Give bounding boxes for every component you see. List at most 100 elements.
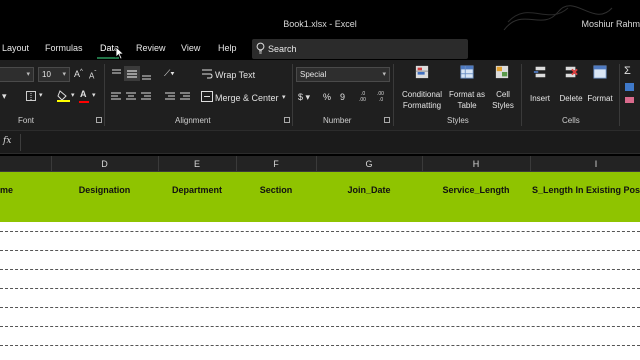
tab-review[interactable]: Review — [133, 43, 169, 53]
merge-center-label[interactable]: Merge & Center — [215, 93, 279, 103]
header-cell-department[interactable]: Department — [158, 185, 236, 195]
tab-help[interactable]: Help — [215, 43, 240, 53]
group-separator — [619, 64, 620, 126]
ribbon: ▾ 10 ▾ A^ Aˇ ▾ ▾ ▾ A ▾ Font ⟋▾ Wrap Text… — [0, 60, 640, 130]
format-button[interactable]: Format — [584, 93, 616, 104]
row-border — [0, 250, 640, 251]
formula-bar-divider — [20, 134, 21, 151]
lightbulb-icon — [256, 42, 265, 54]
font-color-swatch — [79, 101, 89, 103]
column-header-f[interactable]: F — [236, 159, 316, 169]
svg-text:.0: .0 — [379, 97, 383, 103]
conditional-formatting-label-1: Conditional — [401, 90, 443, 99]
row-border — [0, 307, 640, 308]
chevron-down-icon[interactable]: ▾ — [39, 91, 43, 99]
merge-center-icon[interactable] — [201, 91, 213, 102]
font-dialog-launcher-icon[interactable] — [96, 117, 102, 123]
group-separator — [521, 64, 522, 126]
middle-align-icon[interactable] — [126, 68, 138, 80]
increase-font-size-icon[interactable]: A^ — [74, 69, 83, 79]
column-header-e[interactable]: E — [158, 159, 236, 169]
svg-text:.00: .00 — [359, 97, 366, 103]
number-format-dropdown[interactable]: Special ▾ — [296, 67, 390, 82]
number-format-value: Special — [300, 70, 327, 79]
font-size-dropdown[interactable]: 10 ▾ — [38, 67, 70, 82]
ribbon-tabs: Layout Formulas Data Review View Help Se… — [0, 38, 640, 60]
format-as-table-icon[interactable] — [459, 65, 475, 79]
tab-formulas[interactable]: Formulas — [42, 43, 86, 53]
search-label: Search — [268, 44, 297, 54]
formula-bar: fx — [0, 130, 640, 154]
currency-symbol: $ — [298, 92, 304, 102]
chevron-down-icon[interactable]: ▾ — [282, 93, 286, 101]
group-label-number: Number — [323, 116, 352, 125]
column-header-d[interactable]: D — [51, 159, 158, 169]
font-color-icon[interactable]: A — [80, 89, 87, 99]
decrease-font-size-icon[interactable]: Aˇ — [89, 71, 96, 81]
wrap-text-label[interactable]: Wrap Text — [215, 70, 255, 80]
insert-button[interactable]: Insert — [524, 93, 556, 104]
header-cell-name[interactable]: me — [0, 185, 13, 195]
fill-icon[interactable] — [625, 83, 634, 91]
borders-icon[interactable] — [26, 91, 36, 101]
cell-styles-label-2: Styles — [492, 101, 514, 110]
cell-styles-button[interactable]: Cell Styles — [488, 89, 518, 111]
search-box[interactable]: Search — [252, 39, 468, 59]
row-border — [0, 345, 640, 346]
insert-cells-icon[interactable] — [532, 65, 548, 79]
wrap-text-icon[interactable] — [201, 68, 213, 80]
font-size-value: 10 — [42, 70, 51, 79]
account-name[interactable]: Moshiur Rahm — [581, 19, 640, 29]
group-separator — [104, 64, 105, 126]
group-label-cells: Cells — [562, 116, 580, 125]
chevron-down-icon: ▾ — [62, 71, 66, 78]
column-headers: D E F G H I — [0, 156, 640, 172]
fill-color-icon[interactable] — [57, 89, 70, 102]
delete-button[interactable]: Delete — [555, 93, 587, 104]
underline-icon[interactable]: ▾ — [2, 91, 7, 102]
header-cell-designation[interactable]: Designation — [51, 185, 158, 195]
horizontal-align-icons[interactable] — [109, 91, 195, 103]
column-header-i[interactable]: I — [530, 159, 640, 169]
group-separator — [292, 64, 293, 126]
conditional-formatting-icon[interactable] — [414, 65, 430, 79]
conditional-formatting-button[interactable]: Conditional Formatting — [396, 89, 448, 111]
tab-page-layout[interactable]: Layout — [0, 43, 32, 53]
title-bar: Book1.xlsx - Excel Moshiur Rahm — [0, 0, 640, 38]
decimal-buttons-icon[interactable]: .0.00.00.0 — [358, 89, 392, 103]
clear-icon[interactable] — [625, 97, 634, 103]
header-cell-service-length[interactable]: Service_Length — [422, 185, 530, 195]
tab-view[interactable]: View — [178, 43, 203, 53]
column-header-g[interactable]: G — [316, 159, 422, 169]
chevron-down-icon[interactable]: ▾ — [92, 91, 96, 99]
autosum-icon[interactable]: Σ — [624, 65, 631, 77]
percent-style-button[interactable]: % — [323, 92, 331, 102]
format-cells-icon[interactable] — [592, 65, 608, 79]
font-name-dropdown[interactable]: ▾ — [0, 67, 34, 82]
orientation-icon[interactable]: ⟋▾ — [164, 68, 175, 79]
mouse-cursor-icon — [115, 46, 125, 60]
format-as-table-button[interactable]: Format as Table — [446, 89, 488, 111]
header-cell-s-length-existing-position[interactable]: S_Length In Existing Posi — [532, 185, 640, 195]
comma-style-button[interactable]: 9 — [340, 92, 345, 102]
format-as-table-label-1: Format as — [448, 90, 485, 99]
row-border — [0, 231, 640, 232]
delete-cells-icon[interactable] — [563, 65, 579, 79]
header-cell-join-date[interactable]: Join_Date — [316, 185, 422, 195]
group-label-styles: Styles — [447, 116, 469, 125]
header-cell-section[interactable]: Section — [236, 185, 316, 195]
number-dialog-launcher-icon[interactable] — [384, 117, 390, 123]
group-label-alignment: Alignment — [175, 116, 211, 125]
conditional-formatting-label-2: Formatting — [402, 101, 442, 110]
chevron-down-icon: ▾ — [26, 71, 30, 78]
cell-styles-label-1: Cell — [496, 90, 510, 99]
cell-grid[interactable] — [0, 222, 640, 360]
insert-function-icon[interactable]: fx — [3, 136, 11, 146]
row-border — [0, 326, 640, 327]
group-separator — [393, 64, 394, 126]
chevron-down-icon[interactable]: ▾ — [71, 91, 75, 99]
cell-styles-icon[interactable] — [494, 65, 510, 79]
alignment-dialog-launcher-icon[interactable] — [284, 117, 290, 123]
column-header-h[interactable]: H — [422, 159, 530, 169]
accounting-format-button[interactable]: $ ▾ — [298, 92, 310, 103]
